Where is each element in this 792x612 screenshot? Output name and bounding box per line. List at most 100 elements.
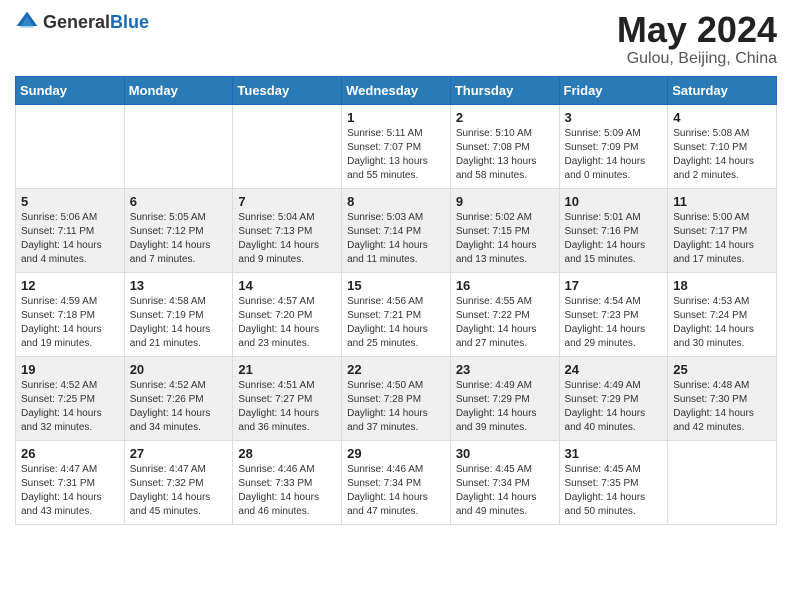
day-info: Sunrise: 4:52 AMSunset: 7:25 PMDaylight:… [21, 379, 119, 435]
logo: GeneralBlue [15, 10, 149, 34]
calendar-cell: 5 Sunrise: 5:06 AMSunset: 7:11 PMDaylight… [16, 188, 125, 272]
week-row-4: 19 Sunrise: 4:52 AMSunset: 7:25 PMDayligh… [16, 356, 777, 440]
day-info: Sunrise: 5:08 AMSunset: 7:10 PMDaylight:… [673, 127, 771, 183]
header-saturday: Saturday [668, 76, 777, 104]
day-info: Sunrise: 4:45 AMSunset: 7:35 PMDaylight:… [565, 463, 663, 519]
day-info: Sunrise: 5:01 AMSunset: 7:16 PMDaylight:… [565, 211, 663, 267]
calendar-cell [233, 104, 342, 188]
day-info: Sunrise: 5:10 AMSunset: 7:08 PMDaylight:… [456, 127, 554, 183]
calendar-cell: 4Sunrise: 5:08 AMSunset: 7:10 PMDaylight… [668, 104, 777, 188]
calendar-cell: 24Sunrise: 4:49 AMSunset: 7:29 PMDayligh… [559, 356, 668, 440]
day-number: 5 [21, 194, 119, 209]
day-info: Sunrise: 4:49 AMSunset: 7:29 PMDaylight:… [456, 379, 554, 435]
week-row-1: 1Sunrise: 5:11 AMSunset: 7:07 PMDaylight… [16, 104, 777, 188]
day-number: 3 [565, 110, 663, 125]
calendar-page: GeneralBlue May 2024 Gulou, Beijing, Chi… [0, 0, 792, 540]
calendar-cell: 30 Sunrise: 4:45 AMSunset: 7:34 PMDayligh… [450, 440, 559, 524]
week-row-5: 26Sunrise: 4:47 AMSunset: 7:31 PMDayligh… [16, 440, 777, 524]
calendar-cell: 3 Sunrise: 5:09 AMSunset: 7:09 PMDaylight… [559, 104, 668, 188]
day-number: 30 [456, 446, 554, 461]
day-info: Sunrise: 4:46 AMSunset: 7:34 PMDaylight:… [347, 463, 445, 519]
calendar-cell: 22Sunrise: 4:50 AMSunset: 7:28 PMDayligh… [342, 356, 451, 440]
day-info: Sunrise: 5:05 AMSunset: 7:12 PMDaylight:… [130, 211, 228, 267]
calendar-cell: 2 Sunrise: 5:10 AMSunset: 7:08 PMDaylight… [450, 104, 559, 188]
day-info: Sunrise: 4:46 AMSunset: 7:33 PMDaylight:… [238, 463, 336, 519]
day-number: 20 [130, 362, 228, 377]
day-info: Sunrise: 4:51 AMSunset: 7:27 PMDaylight:… [238, 379, 336, 435]
calendar-cell: 19 Sunrise: 4:52 AMSunset: 7:25 PMDayligh… [16, 356, 125, 440]
day-info: Sunrise: 4:48 AMSunset: 7:30 PMDaylight:… [673, 379, 771, 435]
calendar-cell: 26Sunrise: 4:47 AMSunset: 7:31 PMDayligh… [16, 440, 125, 524]
day-number: 6 [130, 194, 228, 209]
day-number: 29 [347, 446, 445, 461]
header-friday: Friday [559, 76, 668, 104]
day-number: 9 [456, 194, 554, 209]
calendar-cell: 23 Sunrise: 4:49 AMSunset: 7:29 PMDayligh… [450, 356, 559, 440]
title-area: May 2024 Gulou, Beijing, China [617, 10, 777, 68]
calendar-cell: 16 Sunrise: 4:55 AMSunset: 7:22 PMDayligh… [450, 272, 559, 356]
day-info: Sunrise: 4:52 AMSunset: 7:26 PMDaylight:… [130, 379, 228, 435]
day-number: 13 [130, 278, 228, 293]
day-number: 31 [565, 446, 663, 461]
day-info: Sunrise: 4:55 AMSunset: 7:22 PMDaylight:… [456, 295, 554, 351]
calendar-cell: 31 Sunrise: 4:45 AMSunset: 7:35 PMDayligh… [559, 440, 668, 524]
day-info: Sunrise: 4:47 AMSunset: 7:32 PMDaylight:… [130, 463, 228, 519]
day-info: Sunrise: 5:06 AMSunset: 7:11 PMDaylight:… [21, 211, 119, 267]
header-wednesday: Wednesday [342, 76, 451, 104]
day-number: 8 [347, 194, 445, 209]
day-info: Sunrise: 4:57 AMSunset: 7:20 PMDaylight:… [238, 295, 336, 351]
header-monday: Monday [124, 76, 233, 104]
day-number: 16 [456, 278, 554, 293]
main-title: May 2024 [617, 10, 777, 50]
day-info: Sunrise: 4:59 AMSunset: 7:18 PMDaylight:… [21, 295, 119, 351]
week-row-3: 12Sunrise: 4:59 AMSunset: 7:18 PMDayligh… [16, 272, 777, 356]
calendar-cell: 1Sunrise: 5:11 AMSunset: 7:07 PMDaylight… [342, 104, 451, 188]
calendar-cell: 20 Sunrise: 4:52 AMSunset: 7:26 PMDayligh… [124, 356, 233, 440]
day-number: 1 [347, 110, 445, 125]
day-number: 10 [565, 194, 663, 209]
day-info: Sunrise: 5:09 AMSunset: 7:09 PMDaylight:… [565, 127, 663, 183]
day-info: Sunrise: 5:04 AMSunset: 7:13 PMDaylight:… [238, 211, 336, 267]
day-info: Sunrise: 5:02 AMSunset: 7:15 PMDaylight:… [456, 211, 554, 267]
day-info: Sunrise: 4:56 AMSunset: 7:21 PMDaylight:… [347, 295, 445, 351]
calendar-cell: 10 Sunrise: 5:01 AMSunset: 7:16 PMDayligh… [559, 188, 668, 272]
day-info: Sunrise: 4:53 AMSunset: 7:24 PMDaylight:… [673, 295, 771, 351]
day-number: 15 [347, 278, 445, 293]
logo-general: General [43, 12, 110, 32]
day-number: 7 [238, 194, 336, 209]
day-number: 26 [21, 446, 119, 461]
calendar-cell [16, 104, 125, 188]
calendar-table: Sunday Monday Tuesday Wednesday Thursday… [15, 76, 777, 525]
header-sunday: Sunday [16, 76, 125, 104]
calendar-cell [668, 440, 777, 524]
day-number: 25 [673, 362, 771, 377]
day-info: Sunrise: 4:45 AMSunset: 7:34 PMDaylight:… [456, 463, 554, 519]
day-number: 22 [347, 362, 445, 377]
calendar-cell: 13Sunrise: 4:58 AMSunset: 7:19 PMDayligh… [124, 272, 233, 356]
day-number: 21 [238, 362, 336, 377]
day-info: Sunrise: 5:03 AMSunset: 7:14 PMDaylight:… [347, 211, 445, 267]
day-number: 28 [238, 446, 336, 461]
day-number: 23 [456, 362, 554, 377]
calendar-cell: 9 Sunrise: 5:02 AMSunset: 7:15 PMDaylight… [450, 188, 559, 272]
calendar-cell [124, 104, 233, 188]
header-thursday: Thursday [450, 76, 559, 104]
day-number: 18 [673, 278, 771, 293]
weekday-header-row: Sunday Monday Tuesday Wednesday Thursday… [16, 76, 777, 104]
calendar-cell: 14 Sunrise: 4:57 AMSunset: 7:20 PMDayligh… [233, 272, 342, 356]
header-tuesday: Tuesday [233, 76, 342, 104]
calendar-cell: 8 Sunrise: 5:03 AMSunset: 7:14 PMDaylight… [342, 188, 451, 272]
calendar-cell: 7 Sunrise: 5:04 AMSunset: 7:13 PMDaylight… [233, 188, 342, 272]
day-info: Sunrise: 5:00 AMSunset: 7:17 PMDaylight:… [673, 211, 771, 267]
calendar-cell: 12Sunrise: 4:59 AMSunset: 7:18 PMDayligh… [16, 272, 125, 356]
day-number: 19 [21, 362, 119, 377]
calendar-cell: 18 Sunrise: 4:53 AMSunset: 7:24 PMDayligh… [668, 272, 777, 356]
calendar-cell: 15 Sunrise: 4:56 AMSunset: 7:21 PMDayligh… [342, 272, 451, 356]
logo-icon [15, 10, 39, 34]
day-number: 17 [565, 278, 663, 293]
day-info: Sunrise: 4:49 AMSunset: 7:29 PMDaylight:… [565, 379, 663, 435]
week-row-2: 5 Sunrise: 5:06 AMSunset: 7:11 PMDaylight… [16, 188, 777, 272]
day-number: 14 [238, 278, 336, 293]
day-number: 2 [456, 110, 554, 125]
calendar-cell: 11Sunrise: 5:00 AMSunset: 7:17 PMDayligh… [668, 188, 777, 272]
